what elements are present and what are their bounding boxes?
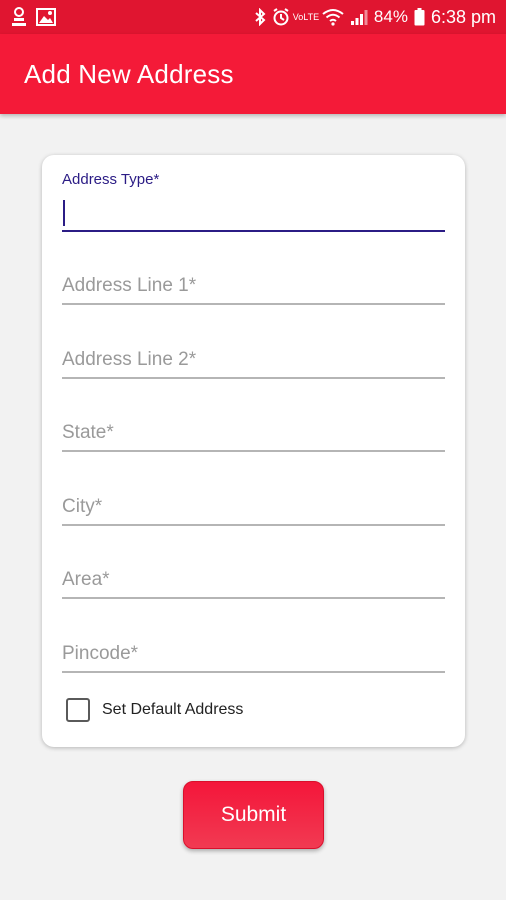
address-line-2-placeholder: Address Line 2*	[62, 349, 197, 370]
address-line-1-placeholder: Address Line 1*	[62, 275, 197, 296]
address-type-underline	[62, 230, 445, 232]
submit-button[interactable]: Submit	[183, 781, 324, 849]
clock: 6:38 pm	[430, 6, 496, 27]
address-line-1-underline	[62, 303, 445, 305]
wifi-icon	[322, 8, 344, 26]
address-line-1-field[interactable]: Address Line 1*	[62, 273, 445, 307]
default-address-row[interactable]: Set Default Address	[66, 698, 243, 722]
address-line-2-underline	[62, 377, 445, 379]
battery-percent: 84%	[373, 7, 408, 26]
alarm-icon	[272, 8, 290, 26]
image-icon	[36, 8, 56, 26]
address-form-card: Address Type* Address Line 1* Address Li…	[42, 155, 465, 747]
volte-icon: VoLTE	[292, 11, 320, 22]
address-type-label: Address Type*	[62, 171, 160, 188]
state-underline	[62, 450, 445, 452]
notification-icon	[10, 6, 28, 28]
state-field[interactable]: State*	[62, 420, 445, 454]
address-line-2-field[interactable]: Address Line 2*	[62, 347, 445, 381]
city-underline	[62, 524, 445, 526]
default-address-checkbox[interactable]	[66, 698, 90, 722]
signal-icon	[350, 8, 368, 26]
page-title: Add New Address	[24, 58, 234, 89]
state-placeholder: State*	[62, 422, 114, 443]
pincode-field[interactable]: Pincode*	[62, 641, 445, 675]
area-field[interactable]: Area*	[62, 567, 445, 601]
app-bar: Add New Address	[0, 34, 506, 114]
battery-icon	[414, 8, 425, 26]
bluetooth-icon	[254, 8, 266, 26]
area-placeholder: Area*	[62, 569, 110, 590]
city-placeholder: City*	[62, 496, 103, 517]
default-address-label: Set Default Address	[102, 701, 244, 718]
area-underline	[62, 597, 445, 599]
pincode-placeholder: Pincode*	[62, 643, 139, 664]
text-cursor	[63, 200, 65, 226]
city-field[interactable]: City*	[62, 494, 445, 528]
pincode-underline	[62, 671, 445, 673]
address-type-field[interactable]: Address Type*	[62, 171, 445, 233]
status-bar: VoLTE 84% 6:38 pm	[0, 0, 506, 34]
